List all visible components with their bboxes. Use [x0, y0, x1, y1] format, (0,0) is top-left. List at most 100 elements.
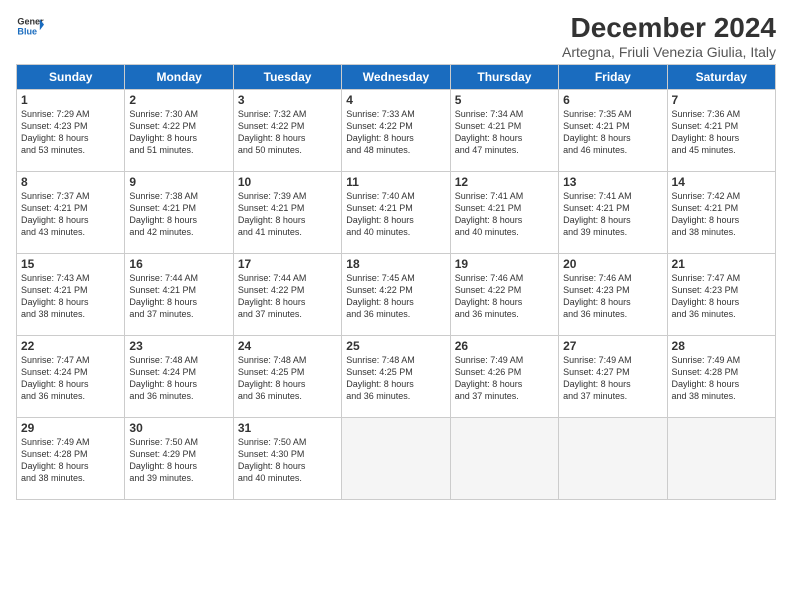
calendar-header-row: SundayMondayTuesdayWednesdayThursdayFrid…	[17, 65, 776, 90]
day-number: 11	[346, 175, 445, 189]
day-cell-14: 14Sunrise: 7:42 AMSunset: 4:21 PMDayligh…	[667, 172, 775, 254]
day-details: Sunrise: 7:47 AMSunset: 4:23 PMDaylight:…	[672, 272, 771, 321]
day-details: Sunrise: 7:46 AMSunset: 4:22 PMDaylight:…	[455, 272, 554, 321]
day-cell-23: 23Sunrise: 7:48 AMSunset: 4:24 PMDayligh…	[125, 336, 233, 418]
empty-cell	[450, 418, 558, 500]
day-cell-27: 27Sunrise: 7:49 AMSunset: 4:27 PMDayligh…	[559, 336, 667, 418]
day-details: Sunrise: 7:43 AMSunset: 4:21 PMDaylight:…	[21, 272, 120, 321]
day-details: Sunrise: 7:50 AMSunset: 4:30 PMDaylight:…	[238, 436, 337, 485]
day-cell-24: 24Sunrise: 7:48 AMSunset: 4:25 PMDayligh…	[233, 336, 341, 418]
column-header-saturday: Saturday	[667, 65, 775, 90]
column-header-friday: Friday	[559, 65, 667, 90]
day-details: Sunrise: 7:38 AMSunset: 4:21 PMDaylight:…	[129, 190, 228, 239]
day-details: Sunrise: 7:32 AMSunset: 4:22 PMDaylight:…	[238, 108, 337, 157]
day-number: 8	[21, 175, 120, 189]
day-details: Sunrise: 7:50 AMSunset: 4:29 PMDaylight:…	[129, 436, 228, 485]
column-header-wednesday: Wednesday	[342, 65, 450, 90]
day-details: Sunrise: 7:44 AMSunset: 4:22 PMDaylight:…	[238, 272, 337, 321]
day-details: Sunrise: 7:47 AMSunset: 4:24 PMDaylight:…	[21, 354, 120, 403]
day-cell-8: 8Sunrise: 7:37 AMSunset: 4:21 PMDaylight…	[17, 172, 125, 254]
day-cell-2: 2Sunrise: 7:30 AMSunset: 4:22 PMDaylight…	[125, 90, 233, 172]
empty-cell	[667, 418, 775, 500]
day-number: 9	[129, 175, 228, 189]
day-number: 23	[129, 339, 228, 353]
day-number: 15	[21, 257, 120, 271]
week-row-1: 1Sunrise: 7:29 AMSunset: 4:23 PMDaylight…	[17, 90, 776, 172]
day-cell-13: 13Sunrise: 7:41 AMSunset: 4:21 PMDayligh…	[559, 172, 667, 254]
column-header-thursday: Thursday	[450, 65, 558, 90]
day-number: 12	[455, 175, 554, 189]
day-details: Sunrise: 7:48 AMSunset: 4:24 PMDaylight:…	[129, 354, 228, 403]
day-cell-12: 12Sunrise: 7:41 AMSunset: 4:21 PMDayligh…	[450, 172, 558, 254]
day-number: 18	[346, 257, 445, 271]
day-number: 30	[129, 421, 228, 435]
title-block: December 2024 Artegna, Friuli Venezia Gi…	[562, 12, 776, 60]
column-header-tuesday: Tuesday	[233, 65, 341, 90]
day-number: 13	[563, 175, 662, 189]
day-cell-3: 3Sunrise: 7:32 AMSunset: 4:22 PMDaylight…	[233, 90, 341, 172]
day-number: 7	[672, 93, 771, 107]
day-details: Sunrise: 7:40 AMSunset: 4:21 PMDaylight:…	[346, 190, 445, 239]
day-cell-16: 16Sunrise: 7:44 AMSunset: 4:21 PMDayligh…	[125, 254, 233, 336]
empty-cell	[559, 418, 667, 500]
day-number: 16	[129, 257, 228, 271]
day-cell-5: 5Sunrise: 7:34 AMSunset: 4:21 PMDaylight…	[450, 90, 558, 172]
main-title: December 2024	[562, 12, 776, 44]
day-cell-9: 9Sunrise: 7:38 AMSunset: 4:21 PMDaylight…	[125, 172, 233, 254]
day-cell-17: 17Sunrise: 7:44 AMSunset: 4:22 PMDayligh…	[233, 254, 341, 336]
day-cell-30: 30Sunrise: 7:50 AMSunset: 4:29 PMDayligh…	[125, 418, 233, 500]
day-cell-7: 7Sunrise: 7:36 AMSunset: 4:21 PMDaylight…	[667, 90, 775, 172]
day-cell-4: 4Sunrise: 7:33 AMSunset: 4:22 PMDaylight…	[342, 90, 450, 172]
day-number: 29	[21, 421, 120, 435]
day-number: 28	[672, 339, 771, 353]
day-cell-22: 22Sunrise: 7:47 AMSunset: 4:24 PMDayligh…	[17, 336, 125, 418]
day-details: Sunrise: 7:36 AMSunset: 4:21 PMDaylight:…	[672, 108, 771, 157]
day-details: Sunrise: 7:30 AMSunset: 4:22 PMDaylight:…	[129, 108, 228, 157]
day-details: Sunrise: 7:41 AMSunset: 4:21 PMDaylight:…	[563, 190, 662, 239]
day-details: Sunrise: 7:48 AMSunset: 4:25 PMDaylight:…	[346, 354, 445, 403]
day-number: 6	[563, 93, 662, 107]
subtitle: Artegna, Friuli Venezia Giulia, Italy	[562, 44, 776, 60]
day-cell-29: 29Sunrise: 7:49 AMSunset: 4:28 PMDayligh…	[17, 418, 125, 500]
day-details: Sunrise: 7:49 AMSunset: 4:28 PMDaylight:…	[672, 354, 771, 403]
day-cell-25: 25Sunrise: 7:48 AMSunset: 4:25 PMDayligh…	[342, 336, 450, 418]
day-details: Sunrise: 7:37 AMSunset: 4:21 PMDaylight:…	[21, 190, 120, 239]
day-number: 10	[238, 175, 337, 189]
day-number: 4	[346, 93, 445, 107]
day-cell-11: 11Sunrise: 7:40 AMSunset: 4:21 PMDayligh…	[342, 172, 450, 254]
logo-icon: General Blue	[16, 12, 44, 40]
week-row-4: 22Sunrise: 7:47 AMSunset: 4:24 PMDayligh…	[17, 336, 776, 418]
day-details: Sunrise: 7:33 AMSunset: 4:22 PMDaylight:…	[346, 108, 445, 157]
day-cell-1: 1Sunrise: 7:29 AMSunset: 4:23 PMDaylight…	[17, 90, 125, 172]
day-cell-26: 26Sunrise: 7:49 AMSunset: 4:26 PMDayligh…	[450, 336, 558, 418]
week-row-5: 29Sunrise: 7:49 AMSunset: 4:28 PMDayligh…	[17, 418, 776, 500]
day-number: 24	[238, 339, 337, 353]
day-number: 22	[21, 339, 120, 353]
day-cell-21: 21Sunrise: 7:47 AMSunset: 4:23 PMDayligh…	[667, 254, 775, 336]
day-details: Sunrise: 7:49 AMSunset: 4:28 PMDaylight:…	[21, 436, 120, 485]
day-details: Sunrise: 7:44 AMSunset: 4:21 PMDaylight:…	[129, 272, 228, 321]
day-number: 27	[563, 339, 662, 353]
day-cell-6: 6Sunrise: 7:35 AMSunset: 4:21 PMDaylight…	[559, 90, 667, 172]
day-details: Sunrise: 7:29 AMSunset: 4:23 PMDaylight:…	[21, 108, 120, 157]
empty-cell	[342, 418, 450, 500]
column-header-sunday: Sunday	[17, 65, 125, 90]
day-cell-20: 20Sunrise: 7:46 AMSunset: 4:23 PMDayligh…	[559, 254, 667, 336]
week-row-2: 8Sunrise: 7:37 AMSunset: 4:21 PMDaylight…	[17, 172, 776, 254]
logo: General Blue	[16, 12, 44, 40]
day-details: Sunrise: 7:39 AMSunset: 4:21 PMDaylight:…	[238, 190, 337, 239]
day-details: Sunrise: 7:45 AMSunset: 4:22 PMDaylight:…	[346, 272, 445, 321]
day-number: 17	[238, 257, 337, 271]
day-number: 21	[672, 257, 771, 271]
page-container: General Blue December 2024 Artegna, Friu…	[0, 0, 792, 508]
calendar-body: 1Sunrise: 7:29 AMSunset: 4:23 PMDaylight…	[17, 90, 776, 500]
day-details: Sunrise: 7:49 AMSunset: 4:27 PMDaylight:…	[563, 354, 662, 403]
day-number: 20	[563, 257, 662, 271]
day-number: 1	[21, 93, 120, 107]
calendar-table: SundayMondayTuesdayWednesdayThursdayFrid…	[16, 64, 776, 500]
day-cell-19: 19Sunrise: 7:46 AMSunset: 4:22 PMDayligh…	[450, 254, 558, 336]
day-number: 3	[238, 93, 337, 107]
svg-text:Blue: Blue	[17, 26, 37, 36]
day-cell-15: 15Sunrise: 7:43 AMSunset: 4:21 PMDayligh…	[17, 254, 125, 336]
header: General Blue December 2024 Artegna, Friu…	[16, 12, 776, 60]
